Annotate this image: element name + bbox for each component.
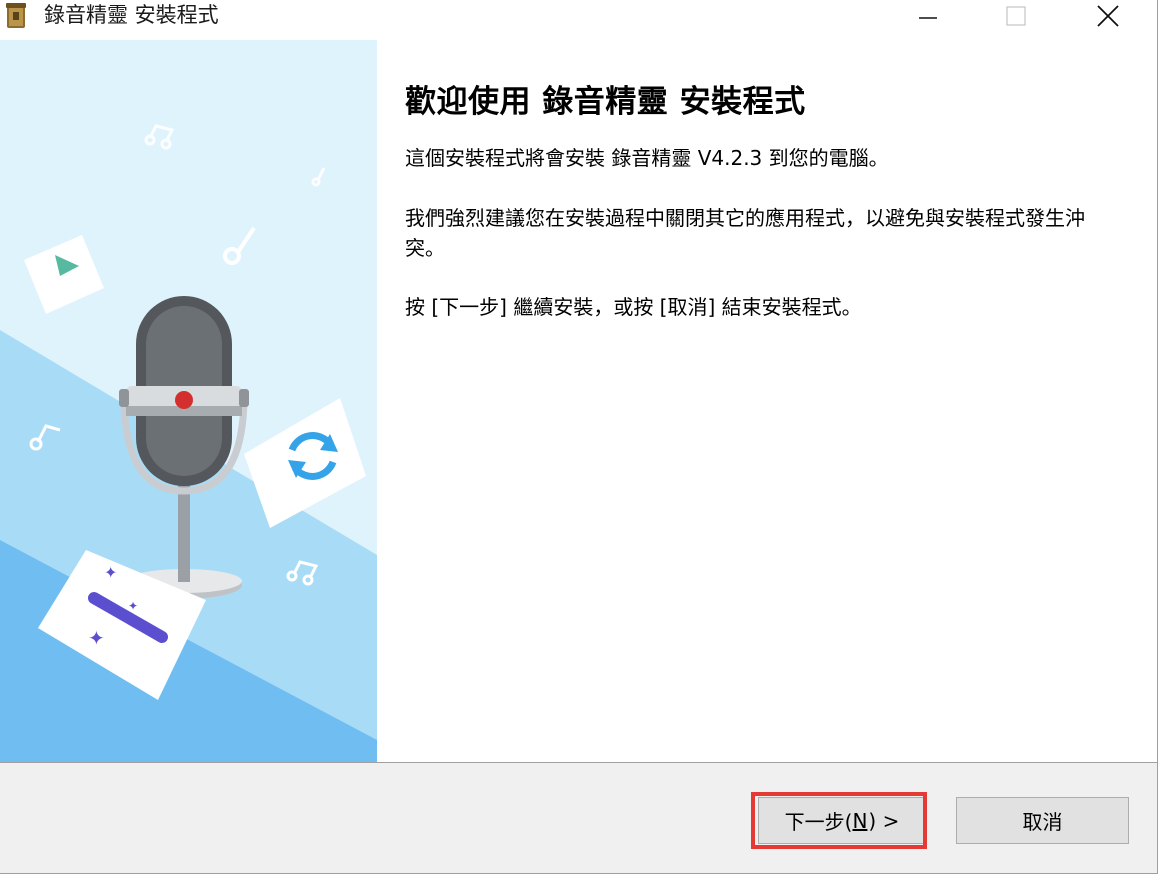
next-button-accelerator: N xyxy=(852,808,868,833)
next-button-label-prefix: 下一步( xyxy=(784,810,853,834)
minimize-button[interactable] xyxy=(882,0,974,32)
svg-text:✦: ✦ xyxy=(88,626,105,650)
svg-text:✦: ✦ xyxy=(128,599,138,613)
next-button-label-suffix: ) > xyxy=(868,808,900,833)
close-button[interactable] xyxy=(1062,0,1154,32)
button-bar: 下一步(N) > 取消 xyxy=(0,763,1157,873)
title-bar[interactable]: 錄音精靈 安裝程式 xyxy=(0,0,1157,40)
next-button[interactable]: 下一步(N) > xyxy=(758,797,926,844)
window-title: 錄音精靈 安裝程式 xyxy=(44,3,219,27)
maximize-button xyxy=(970,0,1062,32)
page-title: 歡迎使用 錄音精靈 安裝程式 xyxy=(405,84,806,120)
cancel-button[interactable]: 取消 xyxy=(956,797,1129,844)
close-apps-advice: 我們強烈建議您在安裝過程中關閉其它的應用程式，以避免與安裝程式發生沖突。 xyxy=(405,206,1085,260)
minimize-icon xyxy=(919,17,937,19)
app-icon xyxy=(6,3,26,28)
maximize-icon xyxy=(1006,6,1026,26)
banner-illustration: ✦ ✦ ✦ xyxy=(0,40,377,762)
installer-window: 錄音精靈 安裝程式 ✦ ✦ ✦ 歡迎使用 錄音精靈 安裝程式 這個安裝程式將會安… xyxy=(0,0,1158,874)
install-description: 這個安裝程式將會安裝 錄音精靈 V4.2.3 到您的電腦。 xyxy=(405,146,889,170)
svg-text:✦: ✦ xyxy=(104,563,117,582)
close-icon xyxy=(1097,5,1119,27)
instructions-text: 按 [下一步] 繼續安裝，或按 [取消] 結束安裝程式。 xyxy=(405,295,862,319)
installer-banner: ✦ ✦ ✦ xyxy=(0,40,377,762)
